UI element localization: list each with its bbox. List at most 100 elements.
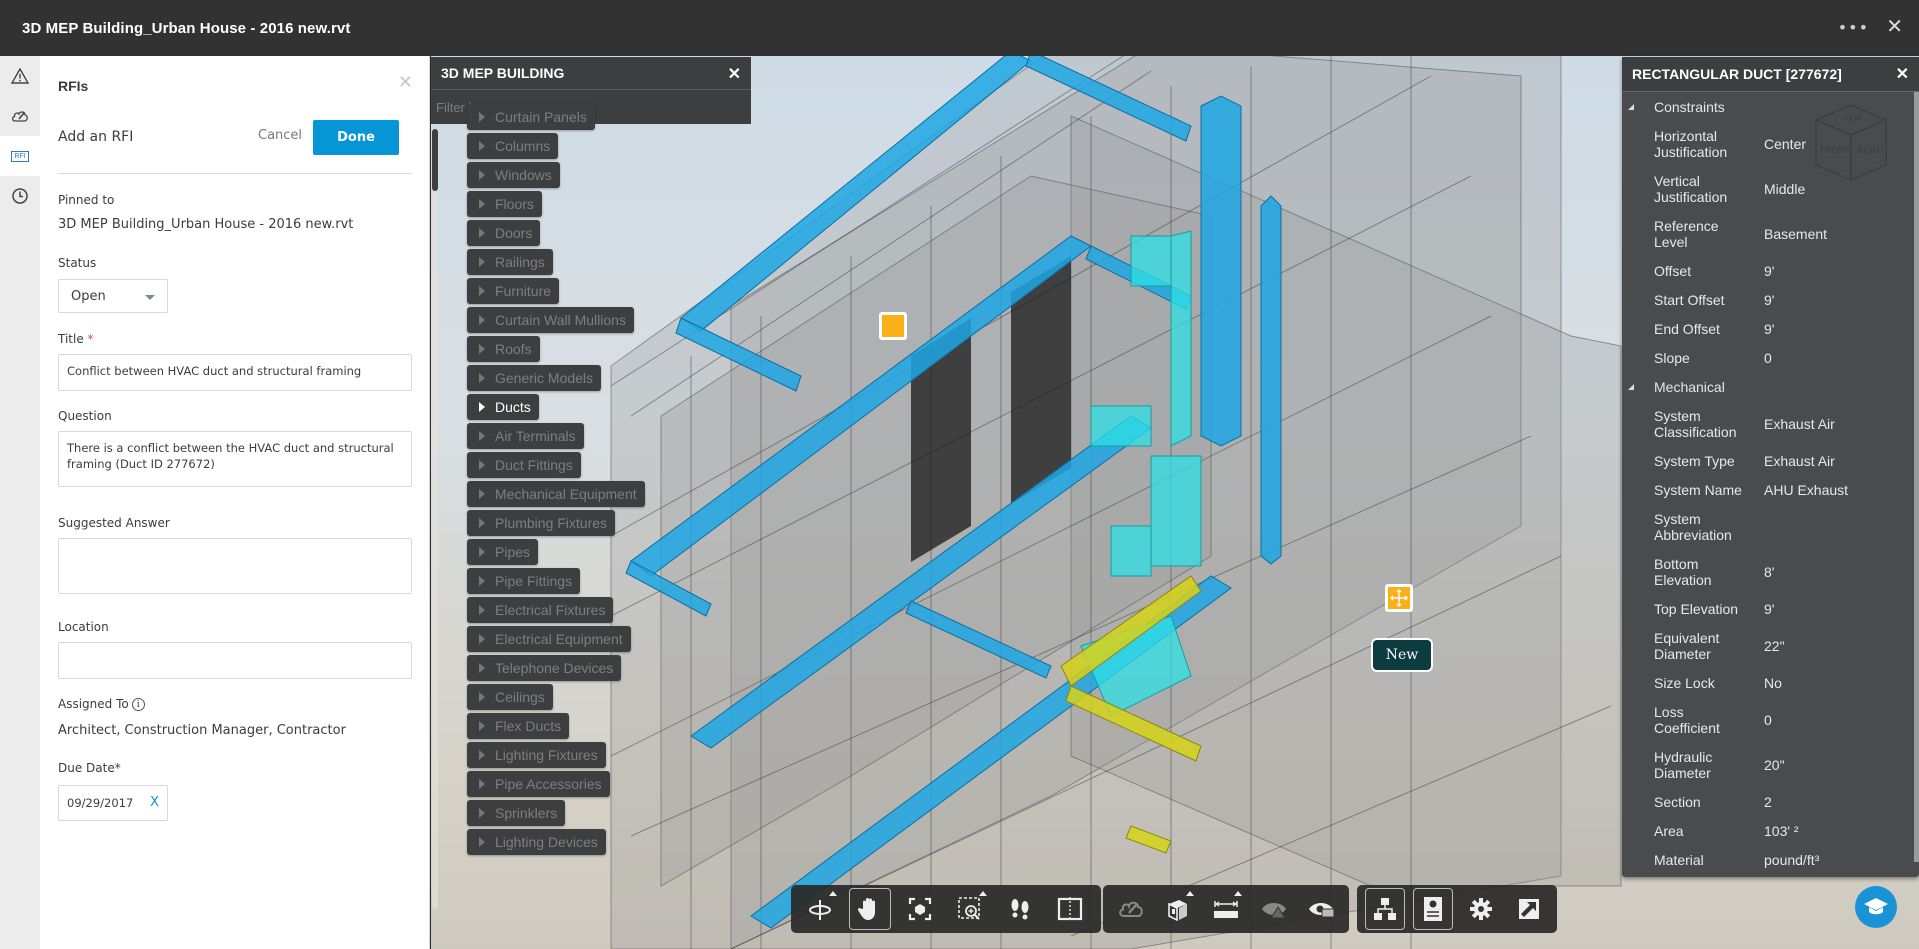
tree-node-curtain-wall-mullions[interactable]: Curtain Wall Mullions <box>467 307 634 333</box>
expand-triangle-icon[interactable] <box>479 112 485 122</box>
expand-triangle-icon[interactable] <box>479 721 485 731</box>
tree-node-roofs[interactable]: Roofs <box>467 336 540 362</box>
tree-node-pipes[interactable]: Pipes <box>467 539 539 565</box>
model-browser-button[interactable] <box>1365 888 1406 930</box>
expand-triangle-icon[interactable] <box>479 315 485 325</box>
tree-node-columns[interactable]: Columns <box>467 133 559 159</box>
cancel-button[interactable]: Cancel <box>258 128 302 143</box>
tree-node-sprinklers[interactable]: Sprinklers <box>467 800 566 826</box>
new-pin-marker[interactable] <box>1385 584 1413 612</box>
fit-to-view-button[interactable] <box>899 888 941 930</box>
tree-node-lighting-devices[interactable]: Lighting Devices <box>467 829 606 855</box>
expand-triangle-icon[interactable] <box>479 228 485 238</box>
tree-node-electrical-fixtures[interactable]: Electrical Fixtures <box>467 597 614 623</box>
tree-node-windows[interactable]: Windows <box>467 162 560 188</box>
title-input[interactable]: Conflict between HVAC duct and structura… <box>58 354 412 391</box>
clear-date-button[interactable]: X <box>150 795 159 810</box>
close-properties-button[interactable]: ✕ <box>1896 64 1909 84</box>
status-select[interactable]: Open <box>58 279 168 313</box>
expand-triangle-icon[interactable] <box>479 373 485 383</box>
info-icon[interactable]: i <box>131 698 145 711</box>
close-model-browser-button[interactable]: ✕ <box>728 64 741 84</box>
expand-triangle-icon[interactable] <box>479 141 485 151</box>
expand-triangle-icon[interactable] <box>479 402 485 412</box>
tree-node-ducts[interactable]: Ducts <box>467 394 539 420</box>
fullscreen-button[interactable] <box>1509 888 1549 930</box>
pan-hand-icon <box>858 898 875 920</box>
explode-button[interactable] <box>1159 888 1199 930</box>
expand-triangle-icon[interactable] <box>479 605 485 615</box>
more-options-button[interactable]: ••• <box>1838 18 1869 37</box>
measure-button[interactable] <box>1206 888 1246 930</box>
tree-node-flex-ducts[interactable]: Flex Ducts <box>467 713 570 739</box>
rail-item-markups[interactable] <box>0 96 40 136</box>
collapse-triangle-icon[interactable] <box>1628 103 1634 110</box>
rfi-pin-marker[interactable] <box>879 312 907 340</box>
property-category-mechanical[interactable]: Mechanical <box>1622 372 1919 401</box>
question-label: Question <box>58 409 112 423</box>
tree-node-air-terminals[interactable]: Air Terminals <box>467 423 584 449</box>
tree-node-duct-fittings[interactable]: Duct Fittings <box>467 452 581 478</box>
tree-node-curtain-panels[interactable]: Curtain Panels <box>467 104 595 130</box>
tree-node-pipe-fittings[interactable]: Pipe Fittings <box>467 568 581 594</box>
expand-triangle-icon[interactable] <box>479 750 485 760</box>
expand-triangle-icon[interactable] <box>479 692 485 702</box>
done-button[interactable]: Done <box>313 120 399 155</box>
zoom-window-button[interactable] <box>949 888 991 930</box>
viewcube-icon[interactable]: TOP FRONT RIGHT <box>1801 95 1891 185</box>
model-browser-scrollbar[interactable] <box>432 129 438 909</box>
expand-triangle-icon[interactable] <box>479 547 485 557</box>
question-textarea[interactable]: There is a conflict between the HVAC duc… <box>58 431 412 487</box>
location-input[interactable] <box>58 642 412 679</box>
tree-node-plumbing-fixtures[interactable]: Plumbing Fixtures <box>467 510 616 536</box>
properties-scrollbar[interactable] <box>1914 92 1919 862</box>
tree-node-mechanical-equipment[interactable]: Mechanical Equipment <box>467 481 645 507</box>
tree-node-railings[interactable]: Railings <box>467 249 553 275</box>
issues-visibility-button[interactable] <box>1254 888 1294 930</box>
learning-help-button[interactable] <box>1855 886 1897 928</box>
close-rfi-panel-button[interactable]: ✕ <box>398 72 413 93</box>
properties-button[interactable] <box>1413 888 1454 930</box>
tree-node-generic-models[interactable]: Generic Models <box>467 365 602 391</box>
rfi-visibility-button[interactable] <box>1301 888 1341 930</box>
close-viewer-button[interactable]: ✕ <box>1886 14 1903 38</box>
new-rfi-tag[interactable]: New <box>1371 638 1433 672</box>
tree-node-ceilings[interactable]: Ceilings <box>467 684 553 710</box>
expand-triangle-icon[interactable] <box>479 837 485 847</box>
expand-triangle-icon[interactable] <box>479 518 485 528</box>
tree-node-lighting-fixtures[interactable]: Lighting Fixtures <box>467 742 606 768</box>
expand-triangle-icon[interactable] <box>479 460 485 470</box>
expand-triangle-icon[interactable] <box>479 808 485 818</box>
section-button[interactable] <box>1049 888 1091 930</box>
tree-node-doors[interactable]: Doors <box>467 220 541 246</box>
pan-button[interactable] <box>849 888 891 930</box>
expand-triangle-icon[interactable] <box>479 663 485 673</box>
expand-triangle-icon[interactable] <box>479 286 485 296</box>
tree-node-floors[interactable]: Floors <box>467 191 542 217</box>
expand-triangle-icon[interactable] <box>479 779 485 789</box>
due-date-input[interactable]: 09/29/2017 X <box>58 785 168 821</box>
markup-button[interactable] <box>1111 888 1151 930</box>
collapse-triangle-icon[interactable] <box>1628 383 1634 390</box>
suggested-answer-textarea[interactable] <box>58 538 412 594</box>
settings-button[interactable] <box>1461 888 1501 930</box>
orbit-button[interactable] <box>799 888 841 930</box>
scrollbar-thumb[interactable] <box>432 129 438 191</box>
tree-node-telephone-devices[interactable]: Telephone Devices <box>467 655 622 681</box>
expand-triangle-icon[interactable] <box>479 344 485 354</box>
rail-item-history[interactable] <box>0 176 40 216</box>
expand-triangle-icon[interactable] <box>479 489 485 499</box>
rail-item-issues[interactable] <box>0 56 40 96</box>
tree-node-electrical-equipment[interactable]: Electrical Equipment <box>467 626 631 652</box>
expand-triangle-icon[interactable] <box>479 431 485 441</box>
expand-triangle-icon[interactable] <box>479 576 485 586</box>
expand-triangle-icon[interactable] <box>479 257 485 267</box>
first-person-button[interactable] <box>999 888 1041 930</box>
tree-node-pipe-accessories[interactable]: Pipe Accessories <box>467 771 610 797</box>
expand-triangle-icon[interactable] <box>479 170 485 180</box>
rail-item-rfis[interactable]: RFI <box>0 136 40 176</box>
expand-triangle-icon[interactable] <box>479 199 485 209</box>
expand-triangle-icon[interactable] <box>479 634 485 644</box>
model-tree-icon <box>1374 898 1397 920</box>
tree-node-furniture[interactable]: Furniture <box>467 278 560 304</box>
